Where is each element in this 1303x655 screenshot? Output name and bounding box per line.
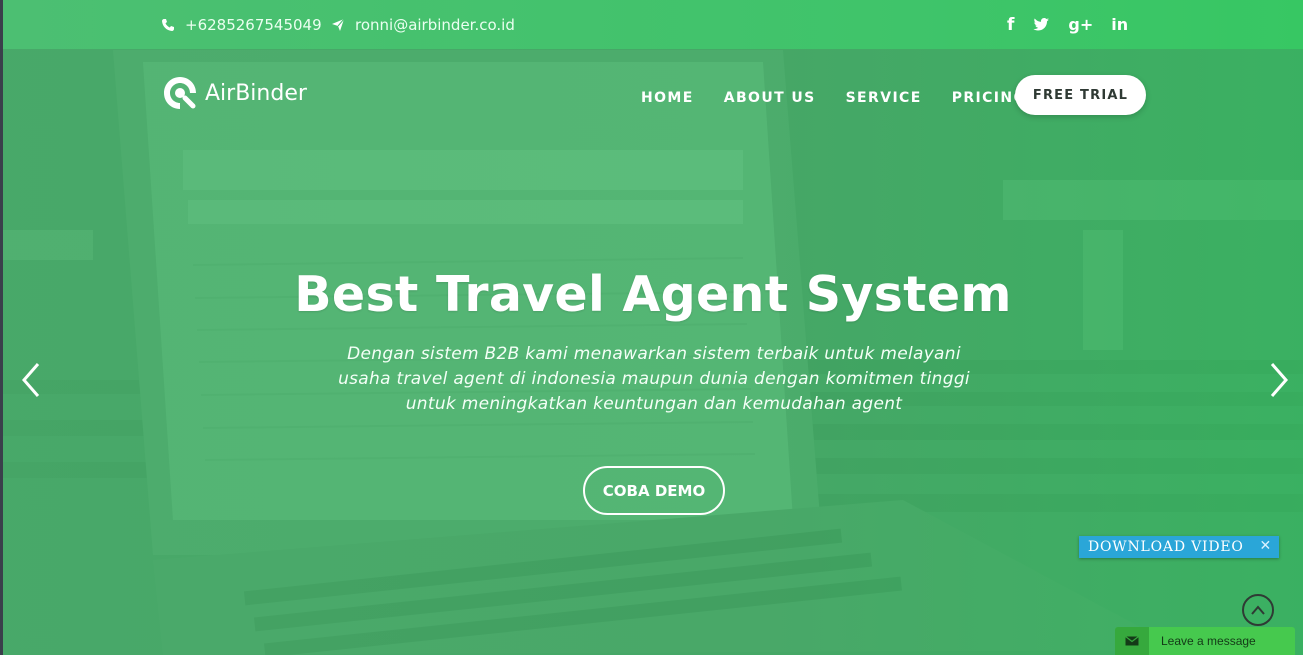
envelope-icon xyxy=(1125,636,1139,646)
brand-logo[interactable]: AirBinder xyxy=(161,74,307,112)
back-to-top-button[interactable] xyxy=(1242,594,1274,626)
envelope-icon-box xyxy=(1115,627,1149,655)
hero-subtitle: Dengan sistem B2B kami menawarkan sistem… xyxy=(329,342,979,417)
google-plus-icon[interactable]: g+ xyxy=(1068,15,1093,34)
chat-label: Leave a message xyxy=(1161,634,1256,648)
slider-next-arrow-icon[interactable] xyxy=(1268,362,1290,398)
hero-subtitle-line: untuk meningkatkan keuntungan dan kemuda… xyxy=(405,394,903,414)
nav-home[interactable]: HOME xyxy=(641,90,694,106)
linkedin-icon[interactable]: in xyxy=(1111,15,1128,34)
coba-demo-button[interactable]: COBA DEMO xyxy=(583,466,725,515)
free-trial-button[interactable]: FREE TRIAL xyxy=(1015,75,1146,115)
airbinder-logo-icon xyxy=(164,77,196,109)
slider-prev-arrow-icon[interactable] xyxy=(20,362,42,398)
chevron-up-icon xyxy=(1251,605,1265,615)
email-address: ronni@airbinder.co.id xyxy=(355,15,515,34)
close-icon[interactable]: ✕ xyxy=(1259,538,1272,554)
hero-subtitle-line: usaha travel agent di indonesia maupun d… xyxy=(338,369,970,389)
top-contact-bar: +6285267545049 ronni@airbinder.co.id f g… xyxy=(3,0,1303,49)
facebook-icon[interactable]: f xyxy=(1007,15,1014,35)
main-nav: HOME ABOUT US SERVICE PRICING xyxy=(641,86,1056,110)
download-video-label: DOWNLOAD VIDEO xyxy=(1088,539,1244,555)
hero-subtitle-line: Dengan sistem B2B kami menawarkan sistem… xyxy=(347,344,961,364)
nav-service[interactable]: SERVICE xyxy=(846,90,922,106)
nav-about-us[interactable]: ABOUT US xyxy=(724,90,816,106)
phone-number: +6285267545049 xyxy=(185,15,322,34)
social-links: f g+ in xyxy=(998,0,1137,49)
email-contact[interactable]: ronni@airbinder.co.id xyxy=(331,0,515,49)
hero-title: Best Travel Agent System xyxy=(294,266,1012,323)
phone-icon xyxy=(162,18,174,31)
download-video-banner[interactable]: DOWNLOAD VIDEO ✕ xyxy=(1079,536,1279,558)
phone-contact[interactable]: +6285267545049 xyxy=(161,0,322,49)
twitter-icon[interactable] xyxy=(1032,17,1050,33)
paper-plane-icon xyxy=(332,18,345,31)
brand-name: AirBinder xyxy=(205,80,307,106)
hero-section: +6285267545049 ronni@airbinder.co.id f g… xyxy=(3,0,1303,655)
leave-message-chat-widget[interactable]: Leave a message xyxy=(1115,627,1295,655)
